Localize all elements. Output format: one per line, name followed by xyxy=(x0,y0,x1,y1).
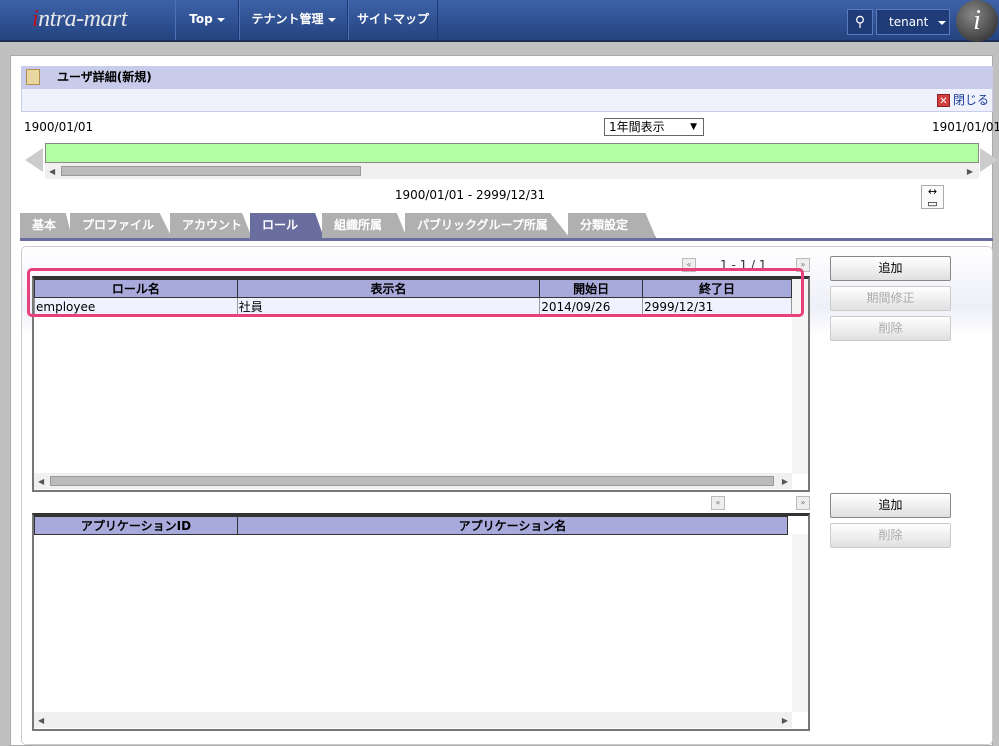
tab-basic[interactable]: 基本 xyxy=(20,213,72,238)
scroll-thumb[interactable] xyxy=(50,476,774,486)
nav-label: サイトマップ xyxy=(356,12,429,26)
tab-underline xyxy=(20,238,993,241)
horizontal-scrollbar[interactable]: ◀ ▶ xyxy=(34,712,792,728)
tab-organization[interactable]: 組織所属 xyxy=(322,213,407,238)
app-add-button[interactable]: 追加 xyxy=(830,493,951,518)
table-header-row: アプリケーションID アプリケーション名 xyxy=(34,516,788,535)
tenant-menu[interactable]: tenant xyxy=(876,9,950,35)
scroll-left-icon[interactable]: ◀ xyxy=(38,716,44,725)
scroll-right-icon[interactable]: ▶ xyxy=(967,167,973,176)
intra-mart-logo[interactable]: intra-mart xyxy=(32,6,128,33)
tenant-label: tenant xyxy=(889,15,929,29)
app-delete-button[interactable]: 削除 xyxy=(830,523,951,548)
tab-account[interactable]: アカウント xyxy=(170,213,252,238)
scroll-right-icon[interactable]: ▶ xyxy=(782,477,788,486)
scroll-left-icon[interactable]: ◀ xyxy=(49,167,55,176)
timeline-scrollbar[interactable]: ◀ ▶ xyxy=(45,163,979,179)
scroll-left-icon[interactable]: ◀ xyxy=(38,477,44,486)
caret-down-icon xyxy=(327,17,336,22)
timeline-prev-button[interactable] xyxy=(25,148,43,172)
close-button[interactable]: ✕ 閉じる xyxy=(936,91,989,109)
pager-next-button[interactable]: » xyxy=(796,496,810,510)
horizontal-scrollbar[interactable]: ◀ ▶ xyxy=(34,473,792,489)
dropdown-arrow-icon: ▼ xyxy=(690,122,697,132)
caret-down-icon xyxy=(938,20,947,25)
tab-category[interactable]: 分類設定 xyxy=(568,213,656,238)
application-table: アプリケーションID アプリケーション名 ◀ ▶ xyxy=(32,513,810,731)
timeline-bar[interactable] xyxy=(45,143,979,163)
col-application-id[interactable]: アプリケーションID xyxy=(34,516,238,535)
close-icon: ✕ xyxy=(936,94,950,107)
period-range: 1900/01/01 - 2999/12/31 xyxy=(394,188,546,202)
nav-top[interactable]: Top xyxy=(175,0,239,40)
document-icon xyxy=(26,69,40,85)
vertical-scrollbar[interactable] xyxy=(792,534,808,712)
tab-public-group[interactable]: パブリックグループ所属 xyxy=(405,213,570,238)
fit-width-icon[interactable]: ↔ ▭ xyxy=(921,185,944,210)
role-delete-button[interactable]: 削除 xyxy=(830,316,951,341)
view-period-select[interactable]: 1年間表示 ▼ xyxy=(604,118,704,136)
pager-prev-button[interactable]: « xyxy=(711,496,725,510)
timeline-start-date: 1900/01/01 xyxy=(24,120,94,134)
close-label: 閉じる xyxy=(952,93,989,107)
nav-tenant-admin[interactable]: テナント管理 xyxy=(239,0,348,40)
info-logo-icon[interactable]: i xyxy=(956,0,998,42)
caret-down-icon xyxy=(216,17,225,22)
role-add-button[interactable]: 追加 xyxy=(830,256,951,281)
col-application-name[interactable]: アプリケーション名 xyxy=(237,516,788,535)
scroll-thumb[interactable] xyxy=(61,166,361,176)
action-bar xyxy=(21,89,993,112)
tab-profile[interactable]: プロファイル xyxy=(70,213,172,238)
select-value: 1年間表示 xyxy=(609,120,665,134)
page-title: ユーザ詳細(新規) xyxy=(21,66,993,89)
nav-label: Top xyxy=(189,12,213,26)
nav-sitemap[interactable]: サイトマップ xyxy=(348,0,438,40)
timeline-next-button[interactable] xyxy=(980,148,998,172)
tab-role[interactable]: ロール xyxy=(250,213,324,238)
highlight-box xyxy=(27,268,804,317)
search-icon[interactable]: ⚲ xyxy=(847,9,873,35)
nav-label: テナント管理 xyxy=(251,12,324,26)
scroll-right-icon[interactable]: ▶ xyxy=(782,716,788,725)
role-modify-period-button[interactable]: 期間修正 xyxy=(830,286,951,311)
timeline-end-date: 1901/01/01 xyxy=(932,120,999,134)
